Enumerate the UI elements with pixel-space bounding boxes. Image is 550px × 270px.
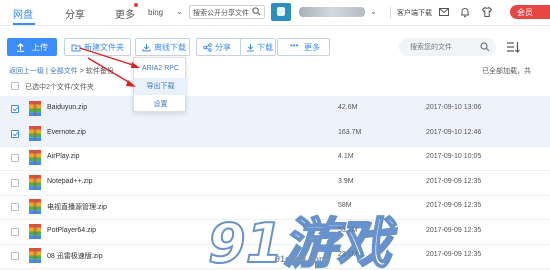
- file-modified-date: 2017-09-09 12:35: [426, 251, 482, 258]
- file-size: 163.7M: [338, 128, 362, 136]
- zip-file-icon: [29, 223, 41, 239]
- file-size: 42.6M: [338, 104, 358, 111]
- file-modified-date: 2017-09-10 13:06: [426, 104, 482, 111]
- back-link[interactable]: 返回上一级: [9, 68, 44, 75]
- chevron-down-icon[interactable]: ⌄: [176, 7, 183, 16]
- share-label: 分享: [215, 43, 231, 52]
- zip-file-icon: [29, 125, 41, 141]
- sort-list-icon[interactable]: [506, 40, 520, 54]
- upload-icon: [17, 43, 24, 52]
- search-placeholder: 搜索公开分享文件: [193, 10, 249, 17]
- share-icon: [203, 43, 212, 52]
- tab-more[interactable]: 更多: [115, 6, 135, 21]
- more-dots-icon: •••: [290, 41, 299, 50]
- zip-file-icon: [29, 150, 41, 165]
- offline-download-dropdown: ARIA2 RPC 导出下载 设置: [133, 57, 187, 113]
- file-modified-date: 2017-09-10 10:05: [426, 153, 482, 160]
- search-icon[interactable]: [480, 42, 490, 52]
- share-button[interactable]: 分享: [196, 38, 242, 56]
- table-row[interactable]: Evernote.zip 163.7M 2017-09-10 12:46: [0, 120, 550, 147]
- menu-item-export-download[interactable]: 导出下载: [134, 78, 187, 95]
- file-modified-date: 2017-09-10 12:46: [426, 128, 482, 136]
- row-checkbox[interactable]: [11, 227, 19, 236]
- table-row[interactable]: AirPlay.zip 4.1M 2017-09-10 10:05: [0, 145, 550, 171]
- public-share-search-input[interactable]: 搜索公开分享文件: [189, 5, 265, 19]
- active-tab-indicator: [13, 23, 35, 25]
- row-checkbox[interactable]: [11, 105, 19, 113]
- all-files-link[interactable]: 全部文件: [50, 68, 78, 75]
- row-checkbox[interactable]: [11, 178, 19, 187]
- row-checkbox[interactable]: [11, 203, 19, 211]
- skin-shirt-icon[interactable]: [481, 6, 493, 18]
- download-tray-icon: [142, 44, 151, 52]
- client-download-link[interactable]: 客户端下载: [397, 8, 432, 18]
- watermark-url: 91danji.com: [275, 254, 328, 264]
- select-all-checkbox[interactable]: [11, 82, 19, 90]
- file-size: 3.9M: [338, 177, 354, 185]
- breadcrumb-sep: |: [45, 68, 48, 75]
- mail-icon[interactable]: [438, 6, 450, 18]
- download-label: 下载: [257, 43, 273, 52]
- tab-netdisk[interactable]: 网盘: [13, 6, 33, 21]
- file-name[interactable]: 08 迅雷极速版.zip: [47, 251, 103, 261]
- selection-count: 已选中2个文件/文件夹: [25, 84, 94, 91]
- new-folder-label: 新建文件夹: [84, 43, 124, 52]
- loaded-status: 已全部加载，共: [482, 68, 531, 75]
- menu-item-settings[interactable]: 设置: [134, 96, 187, 113]
- top-nav: 网盘 分享 更多 bing ⌄ 搜索公开分享文件 ⌄ 客户端下载 会员: [0, 0, 550, 26]
- file-name[interactable]: Evernote.zip: [47, 129, 86, 136]
- tab-share[interactable]: 分享: [65, 6, 85, 21]
- file-size: 58M: [338, 202, 352, 209]
- user-menu-chevron-icon[interactable]: ⌄: [370, 7, 377, 16]
- zip-file-icon: [29, 248, 41, 263]
- row-checkbox[interactable]: [11, 129, 19, 138]
- notification-dot: [134, 3, 138, 7]
- upload-button[interactable]: 上传: [7, 38, 57, 56]
- divider: [390, 7, 391, 19]
- row-checkbox[interactable]: [11, 154, 19, 162]
- file-search-placeholder: 搜索您的文件: [410, 44, 452, 51]
- file-name[interactable]: PotPlayer64.zip: [47, 227, 96, 234]
- file-name[interactable]: Notepad++.zip: [47, 178, 93, 185]
- row-checkbox[interactable]: [11, 252, 19, 260]
- zip-file-icon: [29, 101, 41, 116]
- menu-item-aria2-rpc[interactable]: ARIA2 RPC: [134, 60, 187, 77]
- current-folder: 软件备份: [85, 68, 114, 75]
- username-blurred[interactable]: [299, 7, 365, 17]
- folder-plus-icon: [71, 44, 81, 52]
- file-search-input[interactable]: 搜索您的文件: [399, 38, 496, 56]
- vip-badge[interactable]: 会员: [510, 5, 550, 19]
- file-name[interactable]: Baiduyun.zip: [47, 104, 87, 111]
- breadcrumb: 返回上一级 | 全部文件 > 软件备份: [9, 66, 114, 76]
- file-modified-date: 2017-09-09 12:35: [426, 177, 482, 185]
- upload-label: 上传: [32, 43, 48, 52]
- new-folder-button[interactable]: 新建文件夹: [64, 38, 131, 56]
- avatar[interactable]: [271, 3, 291, 21]
- download-button[interactable]: 下载: [240, 38, 276, 56]
- search-icon[interactable]: [252, 7, 261, 16]
- table-row[interactable]: Baiduyun.zip 42.6M 2017-09-10 13:06: [0, 96, 550, 122]
- select-all-row: 已选中2个文件/文件夹: [0, 78, 550, 94]
- file-size: 4.1M: [338, 153, 354, 160]
- zip-file-icon: [29, 199, 41, 214]
- offline-download-button[interactable]: 离线下载: [135, 38, 190, 56]
- file-modified-date: 2017-09-09 12:35: [426, 202, 482, 209]
- breadcrumb-sep: >: [79, 68, 84, 75]
- file-name[interactable]: 电视直播源管理.zip: [47, 202, 107, 212]
- table-row[interactable]: Notepad++.zip 3.9M 2017-09-09 12:35: [0, 170, 550, 196]
- zip-file-icon: [29, 174, 41, 190]
- download-icon: [247, 44, 254, 52]
- more-label: 更多: [304, 43, 320, 52]
- file-name[interactable]: AirPlay.zip: [47, 153, 80, 160]
- search-engine-selector[interactable]: bing: [148, 8, 163, 17]
- bell-icon[interactable]: [459, 6, 471, 18]
- file-modified-date: 2017-09-09 12:35: [426, 226, 482, 234]
- offline-download-label: 离线下载: [154, 43, 186, 52]
- more-button[interactable]: ••• 更多: [277, 38, 330, 56]
